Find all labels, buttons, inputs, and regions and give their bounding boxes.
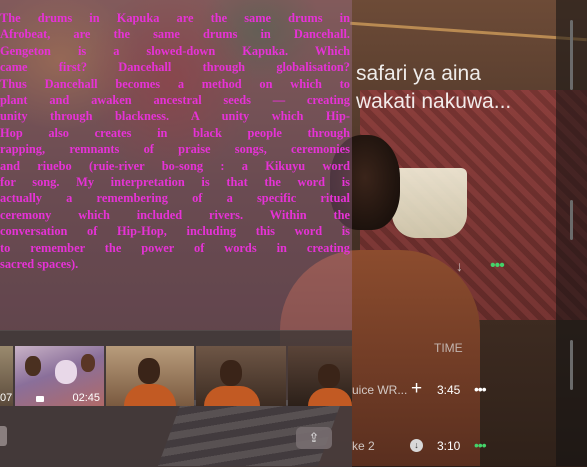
photos-footer: ⇪ (0, 403, 352, 465)
essay-line: Thus Dancehall becomes a method on which… (0, 76, 350, 91)
photo-thumbnail[interactable] (106, 346, 194, 406)
video-camera-icon (36, 396, 44, 402)
track-row-1-duration: 3:45 (437, 383, 461, 397)
photo-thumbnail[interactable] (288, 346, 352, 406)
share-button[interactable]: ⇪ (296, 427, 332, 449)
track-row-2-title[interactable]: ke 2 (352, 439, 375, 453)
window-edge-control[interactable] (0, 426, 7, 446)
more-options-icon[interactable]: ••• (490, 257, 505, 275)
essay-line: plant and awaken ancestral seeds — creat… (0, 93, 350, 108)
essay-paragraph: The drums in Kapuka are the same drums i… (0, 10, 350, 273)
essay-line: Gengeton is a slowed-down Kapuka. Which (0, 43, 350, 58)
photo-thumbnail[interactable]: 07 (0, 346, 13, 406)
essay-line: conversation of Hip-Hop, including this … (0, 224, 350, 239)
photo-thumbnail[interactable] (196, 346, 286, 406)
track-row-1-title[interactable]: uice WR... (352, 383, 407, 397)
essay-line: actually a remembering of a specific rit… (0, 191, 350, 206)
essay-line: unity through blackness. A unity which H… (0, 109, 350, 124)
song-title-line-2: wakati nakuwa... (356, 90, 512, 113)
more-options-icon[interactable]: ••• (474, 381, 487, 397)
essay-line: Afrobeat, are the same drums in Dancehal… (0, 27, 350, 42)
essay-line: came first? Dancehall through globalisat… (0, 60, 350, 75)
essay-line: for song. My interpretation is that the … (0, 175, 350, 190)
essay-line: rapping, remnants of praise songs, cerem… (0, 142, 350, 157)
essay-line: Hop also creates in black people through (0, 125, 350, 140)
video-thumbnail[interactable]: 02:45 (15, 346, 104, 406)
time-column-header: TIME (434, 341, 463, 355)
more-options-icon[interactable]: ••• (474, 437, 487, 453)
essay-line: The drums in Kapuka are the same drums i… (0, 11, 350, 25)
essay-line: sacred spaces). (0, 257, 79, 272)
song-title-line-1: safari ya aina (356, 62, 481, 85)
downloaded-icon[interactable]: ↓ (410, 439, 423, 452)
essay-line: to remember the power of words in creati… (0, 240, 350, 255)
right-edge-bar (556, 0, 587, 466)
essay-line: and riuebo (ruie-river bo-song : a Kikuy… (0, 158, 350, 173)
thumbnail-strip: 07 02:45 (0, 346, 352, 406)
essay-text-panel: The drums in Kapuka are the same drums i… (0, 0, 352, 330)
background-basket (392, 168, 467, 238)
share-icon: ⇪ (308, 430, 320, 445)
download-icon[interactable]: ↓ (456, 258, 463, 274)
add-icon[interactable]: + (411, 378, 422, 400)
essay-line: ceremony which included rivers. Within t… (0, 207, 350, 222)
track-row-2-duration: 3:10 (437, 439, 461, 453)
photos-window: 07 02:45 ⇪ (0, 330, 352, 467)
